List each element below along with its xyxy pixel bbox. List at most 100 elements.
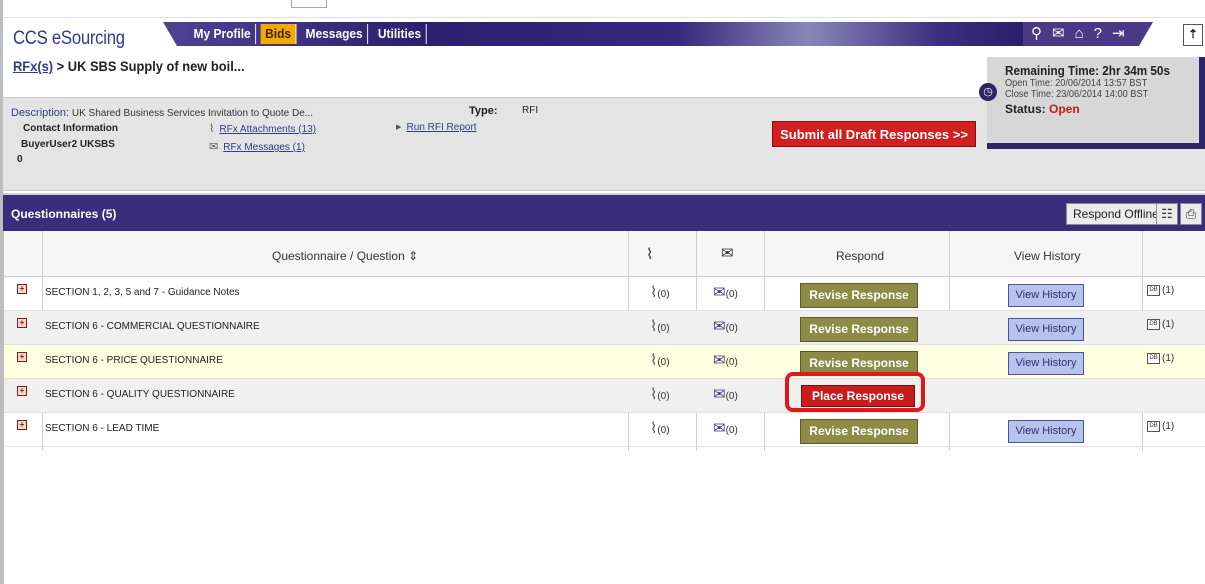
db-count[interactable]: DB (1) [1147,353,1174,364]
messages-cell[interactable]: ✉(0) [713,419,738,437]
place-response-button[interactable]: Place Response [801,385,915,407]
breadcrumb-current: UK SBS Supply of new boil... [67,58,245,74]
view-history-button[interactable]: View History [1008,352,1084,375]
attachments-count: (0) [657,391,670,402]
revise-response-button[interactable]: Revise Response [800,317,918,342]
messages-count: (0) [725,425,738,436]
attachments-cell[interactable]: ⌇(0) [650,317,670,335]
messages-count: (0) [725,323,738,334]
home-icon[interactable]: ⌂ [1075,22,1084,46]
table-row: + SECTION 6 - COMMERCIAL QUESTIONNAIRE ⌇… [4,311,1205,345]
description-label: Description: [11,107,70,119]
tab-stub [291,0,327,8]
buyer-name: BuyerUser2 UKSBS [21,139,115,150]
envelope-icon: ✉ [713,352,726,369]
pin-icon[interactable]: ⇡ [1183,24,1203,46]
questionnaire-table: Questionnaire / Question ⇕ ⌇ ✉ Respond V… [3,231,1205,584]
messages-cell[interactable]: ✉(0) [713,317,738,335]
db-count-value: (1) [1162,285,1175,297]
rfx-attachments-link[interactable]: ⌇ RFx Attachments (13) [209,122,316,135]
questionnaire-name: SECTION 6 - QUALITY QUESTIONNAIRE [45,389,235,400]
attachments-cell[interactable]: ⌇(0) [650,351,670,369]
attachments-count: (0) [657,425,670,436]
timer-box: ◷ Remaining Time: 2hr 34m 50s Open Time:… [979,57,1205,149]
tab-messages[interactable]: Messages [301,24,369,44]
type-value: RFI [522,105,539,116]
view-history-button[interactable]: View History [1008,420,1084,443]
table-row: + SECTION 1, 2, 3, 5 and 7 - Guidance No… [4,277,1205,311]
browser-strip [3,0,1205,18]
expand-icon[interactable]: + [17,386,27,396]
rfx-attachments-label: RFx Attachments (13) [219,124,317,135]
db-count[interactable]: DB (1) [1147,421,1174,432]
expand-icon[interactable]: + [17,420,27,430]
contact-extra: 0 [17,154,23,165]
col-header-messages-icon: ✉ [721,245,734,262]
envelope-icon: ✉ [713,284,726,301]
brand-logo: CCS eSourcing [13,28,125,49]
close-time: Close Time: 23/06/2014 14:00 BST [1005,89,1149,100]
messages-count: (0) [725,289,738,300]
contact-label: Contact Information [23,123,118,134]
tab-my-profile[interactable]: My Profile [189,24,257,44]
db-count[interactable]: DB (1) [1147,319,1174,330]
revise-response-button[interactable]: Revise Response [800,283,918,308]
paperclip-icon: ⌇ [209,123,215,135]
clock-icon: ◷ [979,83,997,101]
attachments-cell[interactable]: ⌇(0) [650,385,670,403]
main-nav: My Profile Bids Messages Utilities [186,24,429,44]
help-icon[interactable]: ? [1094,22,1102,46]
page: CCS eSourcing My Profile Bids Messages U… [0,0,1205,584]
print-icon[interactable]: ⎙ [1180,203,1202,225]
messages-count: (0) [725,391,738,402]
type-label: Type: [469,105,498,117]
questionnaires-title: Questionnaires (5) [11,207,117,221]
breadcrumb-rfx-link[interactable]: RFx(s) [13,58,53,74]
expand-icon[interactable]: + [17,284,27,294]
revise-response-button[interactable]: Revise Response [800,419,918,444]
messages-cell[interactable]: ✉(0) [713,351,738,369]
envelope-icon: ✉ [713,420,726,437]
view-history-button[interactable]: View History [1008,284,1084,307]
tab-bids[interactable]: Bids [260,24,297,44]
breadcrumb-separator: > [53,58,68,74]
attachments-cell[interactable]: ⌇(0) [650,419,670,437]
tab-utilities[interactable]: Utilities [374,24,428,44]
messages-cell[interactable]: ✉(0) [713,385,738,403]
database-icon: DB [1147,353,1160,364]
mail-icon[interactable]: ✉ [1052,22,1065,46]
questionnaire-name: SECTION 6 - LEAD TIME [45,423,160,434]
triangle-right-icon: ▸ [396,121,402,133]
respond-offline-button[interactable]: Respond Offline [1066,203,1166,225]
breadcrumb: RFx(s) > UK SBS Supply of new boil... [13,58,245,74]
remaining-time: Remaining Time: 2hr 34m 50s [1005,63,1170,78]
db-count-value: (1) [1162,353,1175,365]
submit-all-drafts-button[interactable]: Submit all Draft Responses >> [772,121,976,147]
attachments-count: (0) [657,357,670,368]
col-header-question[interactable]: Questionnaire / Question ⇕ [272,249,418,263]
sort-icon[interactable]: ⇕ [405,249,418,263]
table-row: + SECTION 6 - LEAD TIME ⌇(0) ✉(0) Revise… [4,413,1205,447]
col-header-question-label: Questionnaire / Question [272,249,405,263]
rfx-messages-link[interactable]: ✉ RFx Messages (1) [209,140,305,153]
messages-cell[interactable]: ✉(0) [713,283,738,301]
table-row: + SECTION 6 - QUALITY QUESTIONNAIRE ⌇(0)… [4,372,1205,413]
attachments-cell[interactable]: ⌇(0) [650,283,670,301]
icon-bar: ⚲ ✉ ⌂ ? ⇥ [1023,22,1153,46]
search-icon[interactable]: ⚲ [1031,22,1042,46]
attachments-count: (0) [657,289,670,300]
questionnaire-name: SECTION 1, 2, 3, 5 and 7 - Guidance Note… [45,287,240,298]
expand-icon[interactable]: + [17,352,27,362]
view-history-button[interactable]: View History [1008,318,1084,341]
questionnaires-header: Questionnaires (5) Respond Offline ☷ ⎙ [3,193,1205,231]
logout-icon[interactable]: ⇥ [1112,22,1125,46]
description: Description: UK Shared Business Services… [11,107,313,119]
expand-icon[interactable]: + [17,318,27,328]
db-count[interactable]: DB (1) [1147,285,1174,296]
layout-icon[interactable]: ☷ [1156,203,1178,225]
envelope-icon: ✉ [713,386,726,403]
revise-response-button[interactable]: Revise Response [800,351,918,376]
status: Status: Open [1005,102,1199,116]
table-row: + SECTION 6 - PRICE QUESTIONNAIRE ⌇(0) ✉… [4,345,1205,379]
run-rfi-report-link[interactable]: ▸ Run RFI Report [396,120,477,133]
